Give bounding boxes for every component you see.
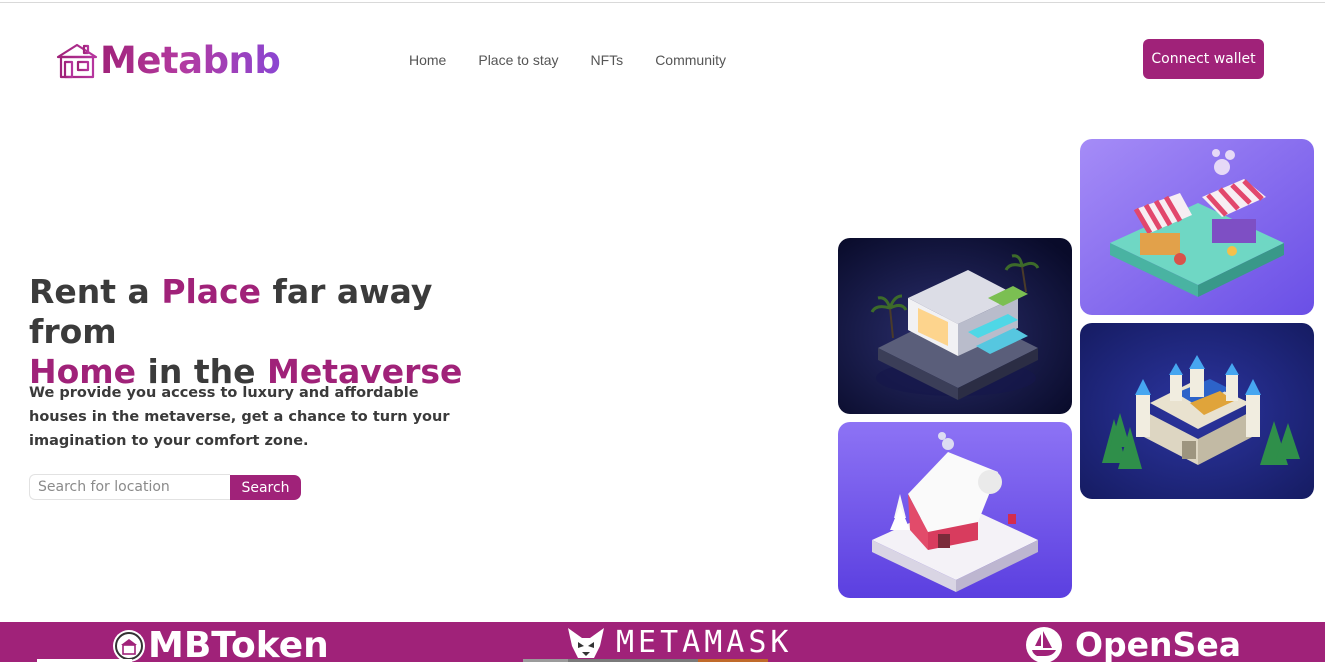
search-input[interactable] [29,474,230,500]
castle-image [1080,323,1314,499]
partner-opensea[interactable]: OpenSea [1025,625,1241,662]
snow-cottage-image [838,422,1072,598]
hero-headline: Rent a Place far away from Home in the M… [29,272,509,392]
page: Metabnb Home Place to stay NFTs Communit… [0,0,1325,662]
partner-mbtoken[interactable]: MBToken [112,625,329,662]
modern-villa-image [838,238,1072,414]
house-icon [56,43,98,79]
villa-illustration [838,238,1072,414]
mbtoken-logo-icon [113,629,145,662]
partner-label: OpenSea [1075,625,1241,662]
partners-strip: MBToken METAMASK OpenSea [0,622,1325,662]
main-nav: Home Place to stay NFTs Community [409,52,758,68]
partner-metamask[interactable]: METAMASK [566,625,793,660]
headline-text: Rent a [29,272,162,311]
brand-name: Metabnb [100,39,281,82]
brand-logo[interactable]: Metabnb [56,39,281,82]
castle-illustration [1080,323,1314,499]
nav-item-home[interactable]: Home [409,52,446,68]
search-button[interactable]: Search [230,475,301,500]
connect-wallet-button[interactable]: Connect wallet [1143,39,1264,79]
nav-item-community[interactable]: Community [655,52,726,68]
partner-label: MBToken [148,625,329,662]
headline-accent-place: Place [161,272,262,311]
market-illustration [1080,139,1314,315]
fox-icon [568,627,604,658]
nav-item-nfts[interactable]: NFTs [591,52,624,68]
nav-item-place-to-stay[interactable]: Place to stay [478,52,558,68]
market-stall-image [1080,139,1314,315]
hero-description: We provide you access to luxury and affo… [29,385,450,449]
top-divider [0,2,1325,3]
location-search: Search [29,474,301,500]
sailboat-icon [1026,626,1062,662]
partner-label: METAMASK [616,625,793,660]
cottage-illustration [838,422,1072,598]
